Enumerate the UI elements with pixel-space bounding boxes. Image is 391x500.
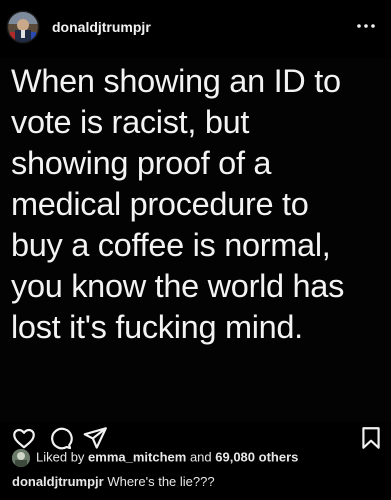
post-text-line: showing proof of a (11, 145, 272, 181)
post-text: When showing an ID to vote is racist, bu… (11, 61, 391, 348)
comment-icon[interactable] (47, 425, 73, 451)
caption-text: Where's the lie??? (103, 474, 215, 489)
post-text-line: medical procedure to (11, 186, 309, 222)
username[interactable]: donaldjtrumpjr (52, 19, 151, 35)
likes-summary[interactable]: Liked by emma_mitchem and 69,080 others (12, 449, 298, 471)
caption-username[interactable]: donaldjtrumpjr (12, 474, 104, 489)
post-header: donaldjtrumpjr (0, 0, 391, 58)
likes-prefix: Liked by (36, 449, 89, 465)
caption: donaldjtrumpjr Where's the lie??? (12, 474, 215, 489)
post-text-line: When showing an ID to (11, 63, 341, 99)
more-horizontal-icon[interactable] (355, 18, 377, 34)
post-text-line: you know the world has (11, 268, 345, 304)
likes-middle: and (186, 449, 216, 465)
liker-username[interactable]: emma_mitchem (88, 449, 186, 464)
liker-avatar (12, 449, 30, 467)
post-image[interactable]: When showing an ID to vote is racist, bu… (0, 58, 391, 422)
bookmark-icon[interactable] (358, 425, 384, 451)
likes-count[interactable]: 69,080 others (215, 449, 298, 464)
send-icon[interactable] (82, 425, 108, 451)
avatar-image (8, 12, 38, 42)
avatar[interactable] (8, 12, 38, 42)
heart-icon[interactable] (11, 425, 37, 451)
post-text-line: buy a coffee is normal, (11, 227, 331, 263)
post-text-line: lost it's fucking mind. (11, 309, 303, 345)
post-text-line: vote is racist, but (11, 104, 250, 140)
